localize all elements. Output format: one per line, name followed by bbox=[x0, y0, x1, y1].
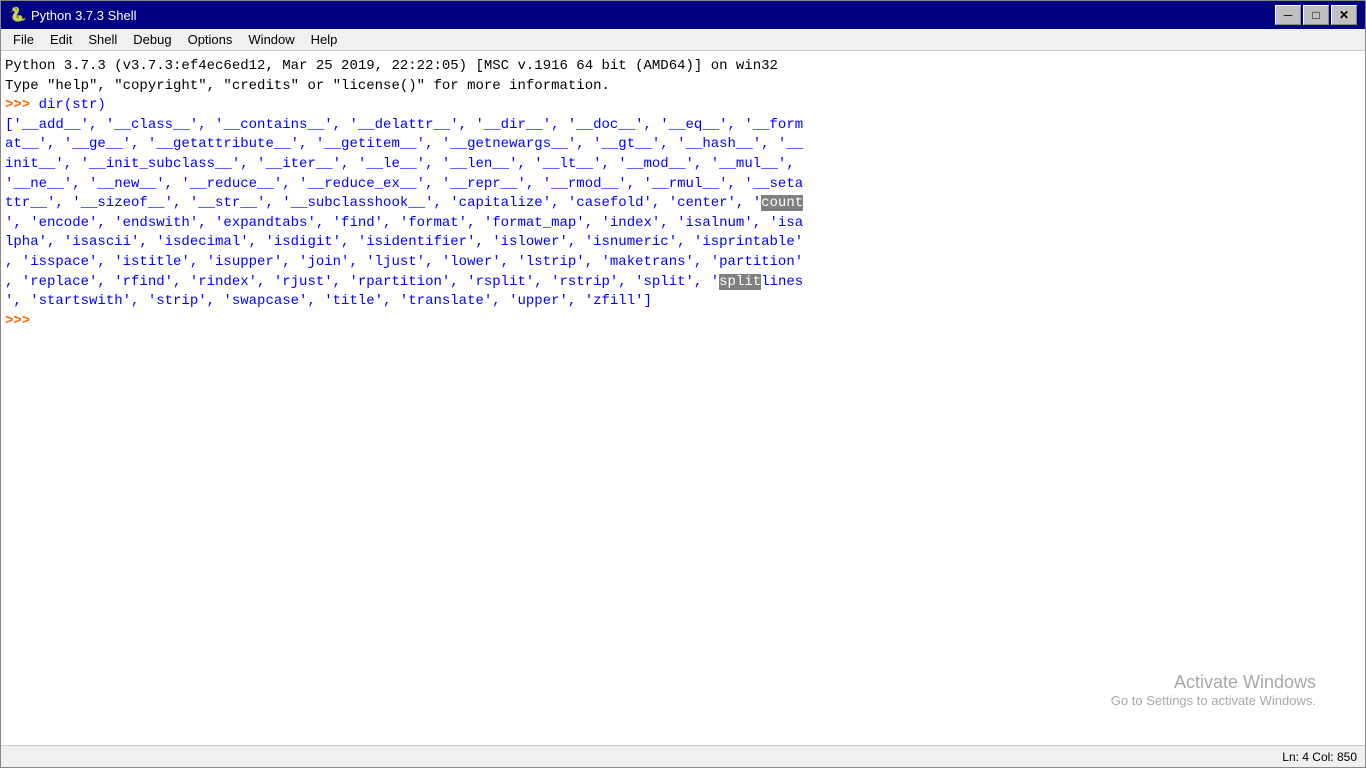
title-text: title bbox=[333, 293, 375, 309]
dir-output: ['__add__', '__class__', '__contains__',… bbox=[5, 117, 803, 309]
console-output: Python 3.7.3 (v3.7.3:ef4ec6ed12, Mar 25 … bbox=[5, 57, 1361, 331]
console-area[interactable]: Python 3.7.3 (v3.7.3:ef4ec6ed12, Mar 25 … bbox=[1, 51, 1365, 745]
menu-help[interactable]: Help bbox=[303, 30, 346, 49]
splitlines-highlight: split bbox=[719, 274, 761, 290]
menu-debug[interactable]: Debug bbox=[125, 30, 179, 49]
prompt-1: >>> bbox=[5, 97, 39, 113]
menu-file[interactable]: File bbox=[5, 30, 42, 49]
app-icon: 🐍 bbox=[9, 7, 25, 23]
menu-edit[interactable]: Edit bbox=[42, 30, 80, 49]
minimize-button[interactable]: ─ bbox=[1275, 5, 1301, 25]
menu-window[interactable]: Window bbox=[240, 30, 302, 49]
maximize-button[interactable]: □ bbox=[1303, 5, 1329, 25]
title-bar-left: 🐍 Python 3.7.3 Shell bbox=[9, 7, 137, 23]
python-version-line: Python 3.7.3 (v3.7.3:ef4ec6ed12, Mar 25 … bbox=[5, 58, 778, 74]
python-help-line: Type "help", "copyright", "credits" or "… bbox=[5, 78, 610, 94]
menu-bar: File Edit Shell Debug Options Window Hel… bbox=[1, 29, 1365, 51]
main-window: 🐍 Python 3.7.3 Shell ─ □ ✕ File Edit She… bbox=[0, 0, 1366, 768]
count-highlight: count bbox=[761, 195, 803, 211]
status-bar: Ln: 4 Col: 850 bbox=[1, 745, 1365, 767]
prompt-2: >>> bbox=[5, 313, 30, 329]
title-bar-controls: ─ □ ✕ bbox=[1275, 5, 1357, 25]
cursor-position: Ln: 4 Col: 850 bbox=[1282, 750, 1357, 764]
window-title: Python 3.7.3 Shell bbox=[31, 8, 137, 23]
menu-options[interactable]: Options bbox=[180, 30, 241, 49]
title-bar: 🐍 Python 3.7.3 Shell ─ □ ✕ bbox=[1, 1, 1365, 29]
menu-shell[interactable]: Shell bbox=[80, 30, 125, 49]
close-button[interactable]: ✕ bbox=[1331, 5, 1357, 25]
command-1: dir(str) bbox=[39, 97, 106, 113]
